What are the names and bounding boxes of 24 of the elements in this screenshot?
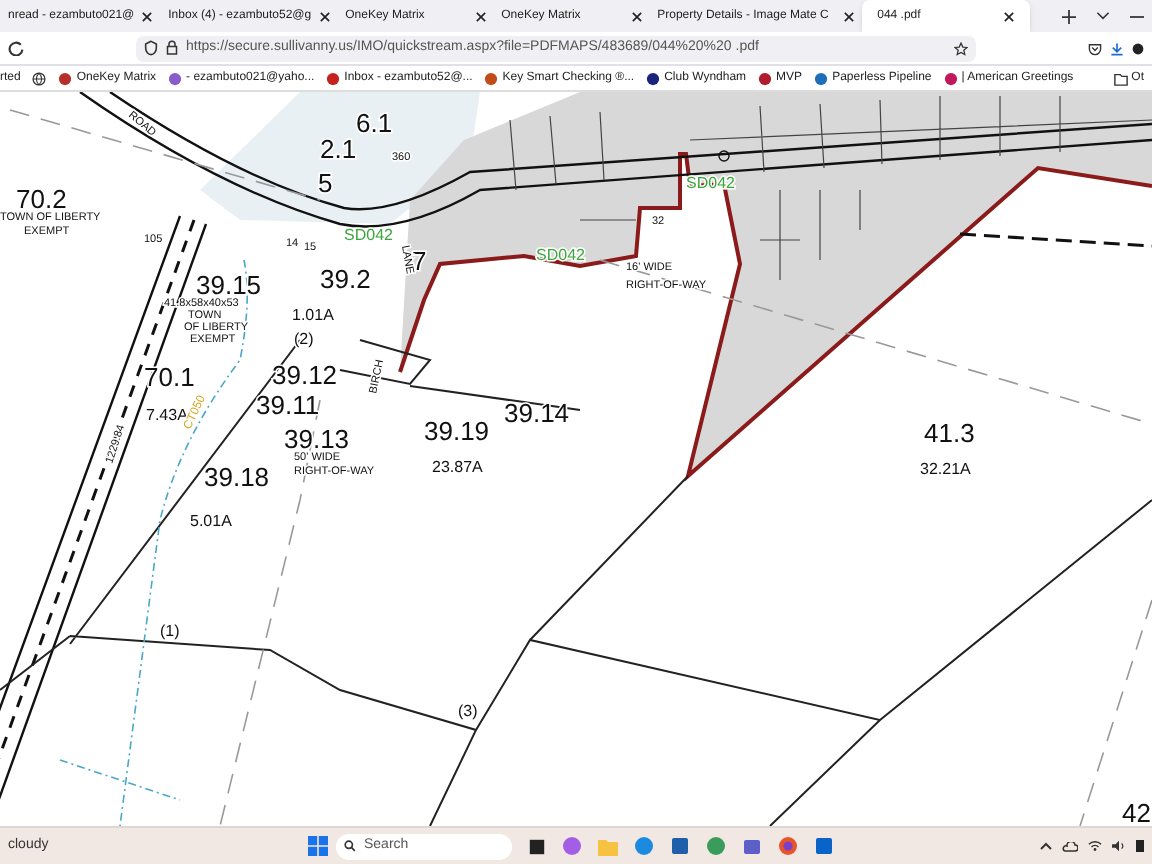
parcel-number: 39.14: [504, 398, 570, 428]
parcel-number: 70.2: [16, 184, 67, 214]
parcel-number: 39.15: [196, 270, 262, 300]
map-label: (3): [458, 702, 478, 720]
parcel-number: 39.11: [256, 390, 320, 420]
district-code: SD042: [536, 246, 585, 264]
parcel-number: 6.1: [356, 108, 393, 138]
acreage-label: 5.01A: [190, 512, 232, 530]
parcel-number: 2.1: [320, 134, 357, 164]
parcel-number: 39.19: [424, 416, 490, 446]
parcel-number: 39.2: [320, 264, 371, 294]
map-label: (1): [160, 622, 180, 640]
map-label: (2): [294, 330, 314, 348]
acreage-label: 32.21A: [920, 460, 971, 478]
parcel-number: 39.13: [284, 424, 350, 454]
parcel-number: 39.18: [204, 462, 270, 492]
parcel-number: 7: [412, 246, 427, 276]
parcel-number: 39.12: [272, 360, 338, 390]
parcel-number: 5: [318, 168, 333, 198]
acreage-label: 23.87A: [432, 458, 483, 476]
district-code: SD042: [344, 226, 393, 244]
parcel-number: 42.: [1122, 798, 1152, 826]
map-label: 1.01A: [292, 306, 334, 324]
parcel-number: 41.3: [924, 418, 975, 448]
